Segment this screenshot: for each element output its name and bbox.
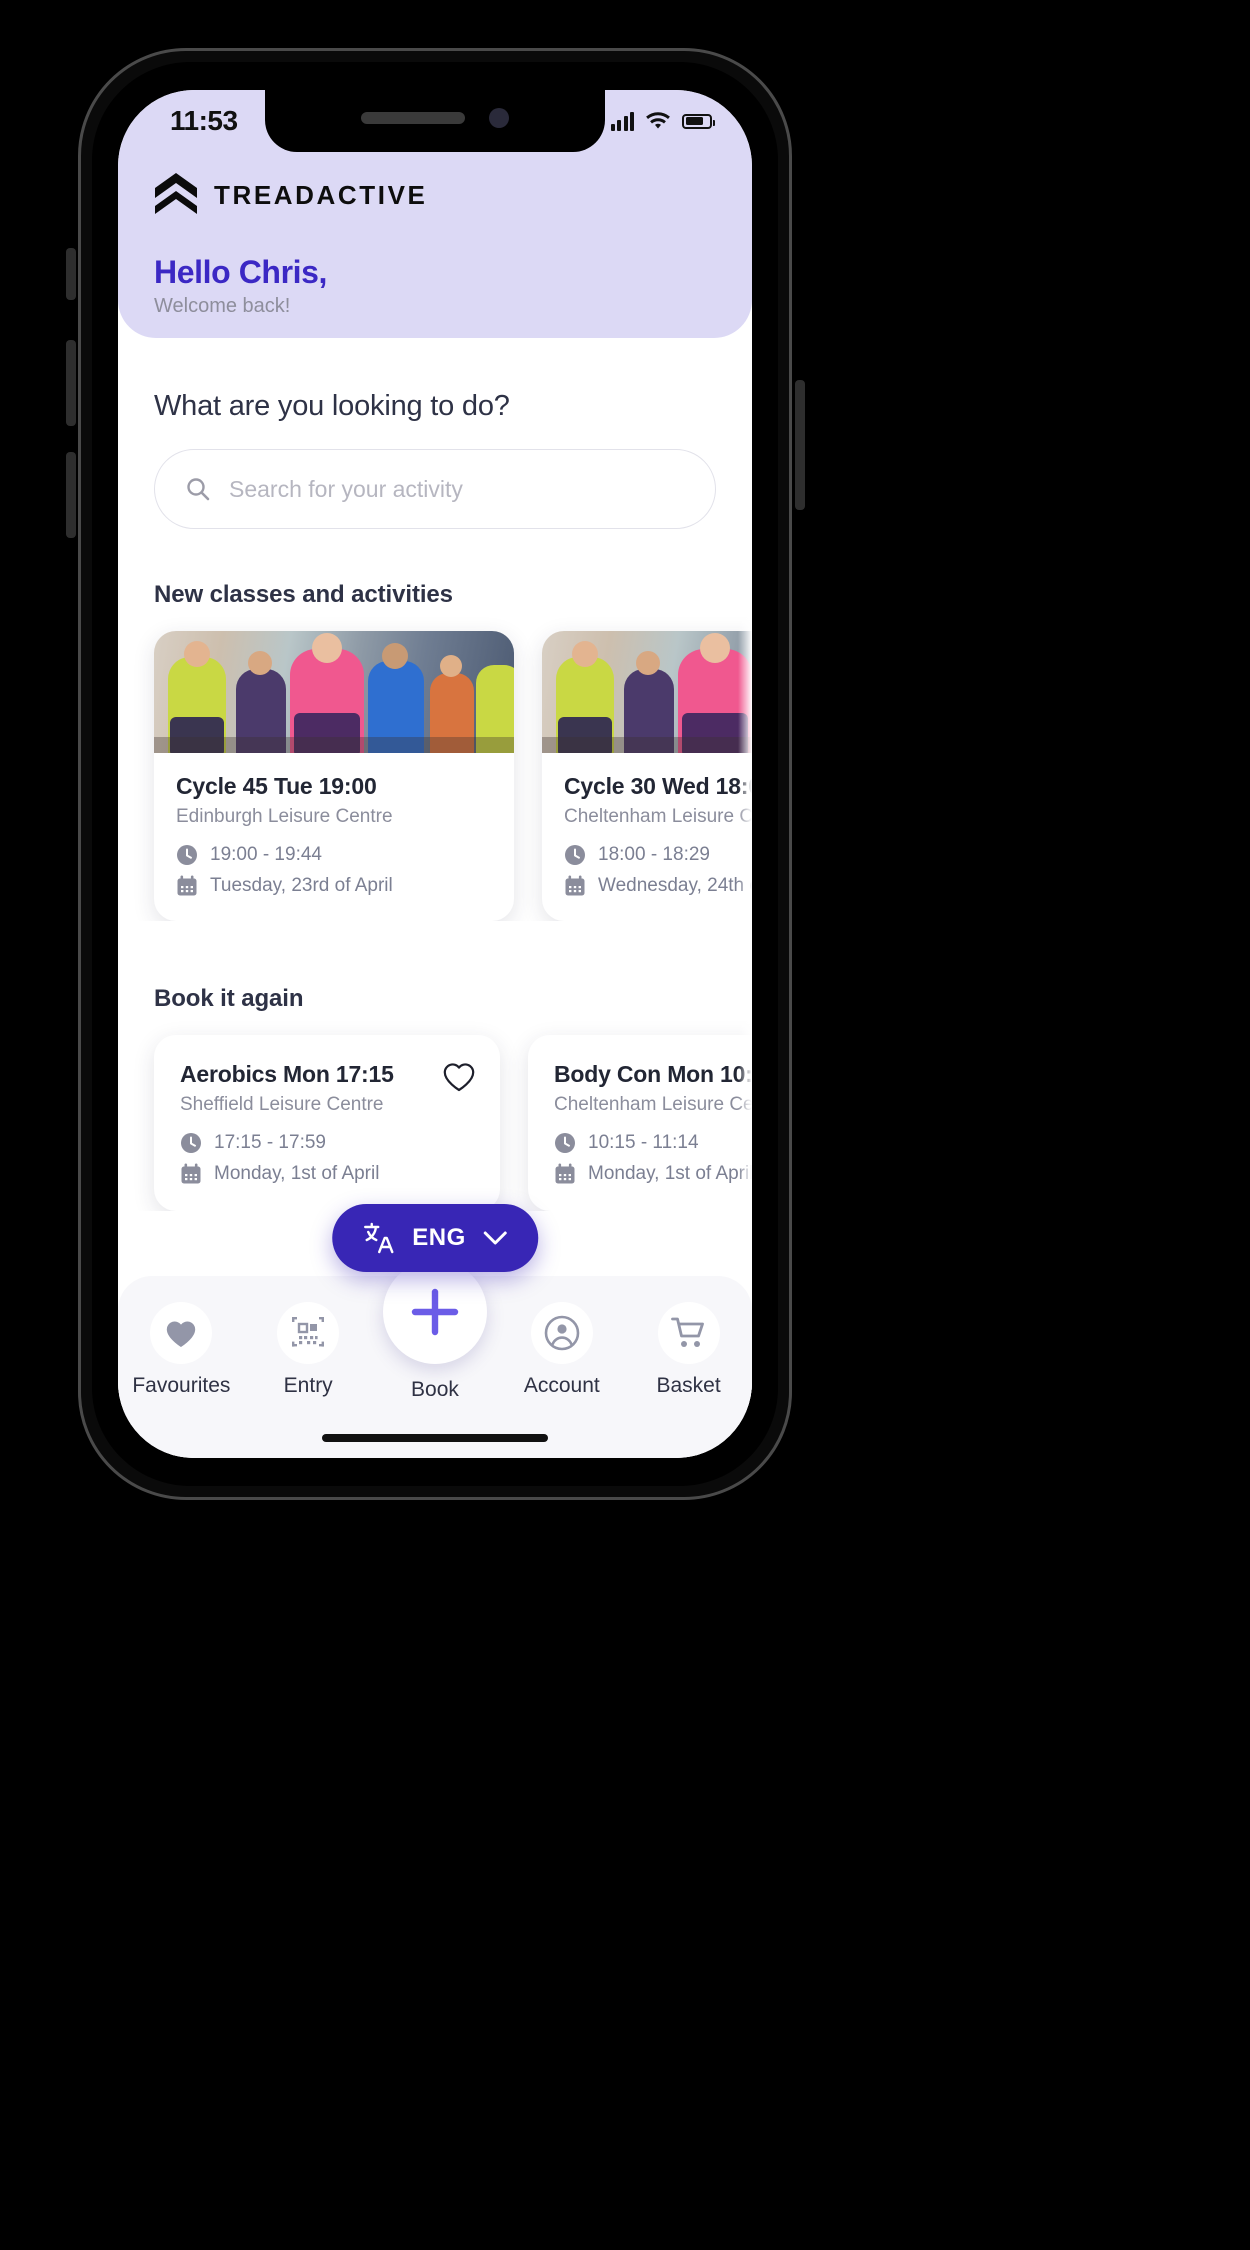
clock-icon — [565, 845, 585, 865]
class-photo — [542, 631, 752, 753]
search-input[interactable]: Search for your activity — [154, 449, 716, 529]
class-venue: Cheltenham Leisure Centre — [564, 806, 752, 827]
tab-book-icon-wrap — [382, 1260, 487, 1364]
person-circle-icon — [544, 1315, 580, 1351]
class-time-row: 19:00 - 19:44 — [176, 844, 492, 866]
search-placeholder: Search for your activity — [229, 475, 463, 502]
tab-entry-label: Entry — [283, 1374, 333, 1397]
brand-name: TREADACTIVE — [214, 179, 428, 210]
book-again-title-text: Body Con Mon 10:15 — [554, 1061, 752, 1087]
book-again-time-row: 10:15 - 11:14 — [554, 1132, 752, 1154]
tab-book-label: Book — [411, 1378, 459, 1401]
book-again-card[interactable]: Aerobics Mon 17:15 Sheffield Leisure Cen… — [154, 1035, 500, 1211]
book-again-card-head: Body Con Mon 10:15 Cheltenham Leisure Ce… — [554, 1061, 752, 1116]
class-card[interactable]: Cycle 45 Tue 19:00 Edinburgh Leisure Cen… — [154, 631, 514, 921]
signal-bars-icon — [610, 111, 634, 131]
book-again-date-row: Monday, 1st of April — [180, 1163, 476, 1185]
class-title: Cycle 30 Wed 18:00 — [564, 773, 752, 799]
battery-icon — [682, 113, 715, 129]
clock-icon — [555, 1133, 575, 1153]
class-photo — [154, 631, 514, 753]
search-section: Search for your activity — [118, 423, 752, 529]
book-again-card[interactable]: Body Con Mon 10:15 Cheltenham Leisure Ce… — [528, 1035, 752, 1211]
class-title: Cycle 45 Tue 19:00 — [176, 773, 377, 799]
class-date: Wednesday, 24th of April — [598, 875, 752, 896]
class-date-row: Tuesday, 23rd of April — [176, 875, 492, 897]
device-notch — [265, 90, 605, 152]
book-again-time-row: 17:15 - 17:59 — [180, 1132, 476, 1154]
plus-icon — [411, 1288, 459, 1336]
earpiece-speaker — [361, 112, 465, 124]
greeting-block: Hello Chris, Welcome back! — [118, 218, 752, 318]
chevron-down-icon — [483, 1231, 507, 1245]
tab-basket-icon-wrap — [657, 1302, 720, 1364]
class-date-row: Wednesday, 24th of April — [564, 875, 752, 897]
tab-basket[interactable]: Basket — [631, 1302, 747, 1398]
class-time-row: 18:00 - 18:29 — [564, 844, 752, 866]
treadactive-chevrons-logo — [155, 173, 197, 214]
bottom-tab-bar: Favourites Entry Book Account Basket — [118, 1260, 752, 1458]
silent-switch[interactable] — [66, 248, 76, 300]
tab-entry-icon-wrap — [277, 1302, 340, 1364]
volume-down-button[interactable] — [66, 452, 76, 538]
book-again-date-row: Monday, 1st of April — [554, 1163, 752, 1185]
greeting-subtitle: Welcome back! — [154, 295, 291, 317]
tab-entry[interactable]: Entry — [250, 1302, 366, 1398]
home-indicator[interactable] — [322, 1434, 548, 1442]
clock-icon — [181, 1133, 201, 1153]
class-time: 18:00 - 18:29 — [598, 844, 710, 865]
book-again-venue: Sheffield Leisure Centre — [180, 1094, 384, 1115]
status-indicators — [610, 111, 715, 131]
class-card-body: Cycle 30 Wed 18:00 Cheltenham Leisure Ce… — [542, 753, 752, 921]
language-selector-button[interactable]: ENG — [332, 1204, 538, 1272]
class-venue: Edinburgh Leisure Centre — [176, 806, 393, 827]
book-again-card-head: Aerobics Mon 17:15 Sheffield Leisure Cen… — [180, 1061, 476, 1116]
book-again-time: 10:15 - 11:14 — [588, 1132, 699, 1153]
clock-icon — [177, 845, 197, 865]
tab-basket-label: Basket — [656, 1374, 721, 1397]
book-again-carousel[interactable]: Aerobics Mon 17:15 Sheffield Leisure Cen… — [118, 1013, 752, 1211]
class-time: 19:00 - 19:44 — [210, 844, 322, 865]
class-card-body: Cycle 45 Tue 19:00 Edinburgh Leisure Cen… — [154, 753, 514, 921]
book-again-date: Monday, 1st of April — [214, 1163, 380, 1184]
front-camera — [489, 108, 509, 128]
calendar-icon — [565, 875, 585, 896]
search-heading: What are you looking to do? — [154, 390, 510, 422]
language-label: ENG — [412, 1224, 466, 1251]
book-again-date: Monday, 1st of April — [588, 1163, 752, 1184]
tab-account[interactable]: Account — [504, 1302, 620, 1398]
volume-up-button[interactable] — [66, 340, 76, 426]
new-classes-title: New classes and activities — [154, 581, 453, 608]
tab-account-label: Account — [523, 1374, 600, 1397]
tab-book[interactable]: Book — [377, 1260, 493, 1402]
translate-icon — [364, 1222, 394, 1254]
tab-favourites-label: Favourites — [132, 1374, 231, 1397]
new-classes-carousel[interactable]: Cycle 45 Tue 19:00 Edinburgh Leisure Cen… — [118, 609, 752, 921]
power-button[interactable] — [795, 380, 805, 510]
tab-account-icon-wrap — [530, 1302, 593, 1364]
calendar-icon — [177, 875, 197, 896]
status-time: 11:53 — [170, 105, 238, 136]
qr-code-icon — [292, 1317, 325, 1347]
shopping-cart-icon — [670, 1317, 704, 1347]
greeting-title: Hello Chris, — [154, 254, 328, 290]
book-again-title-text: Aerobics Mon 17:15 — [180, 1061, 394, 1087]
tab-favourites-icon-wrap — [150, 1302, 213, 1364]
calendar-icon — [555, 1163, 575, 1184]
app-screen: 11:53 TREADACTIVE Hello Chris, Welcome b… — [118, 90, 752, 1458]
brand-lockup: TREADACTIVE — [118, 152, 752, 218]
book-again-venue: Cheltenham Leisure Centre — [554, 1094, 752, 1115]
wifi-icon — [646, 111, 670, 128]
calendar-icon — [181, 1163, 201, 1184]
search-icon — [187, 478, 210, 501]
heart-filled-icon — [167, 1320, 196, 1347]
book-again-time: 17:15 - 17:59 — [214, 1132, 326, 1153]
class-date: Tuesday, 23rd of April — [210, 875, 393, 896]
tab-favourites[interactable]: Favourites — [123, 1302, 239, 1398]
book-again-title: Book it again — [154, 985, 304, 1012]
heart-outline-icon[interactable] — [442, 1061, 476, 1093]
class-card[interactable]: Cycle 30 Wed 18:00 Cheltenham Leisure Ce… — [542, 631, 752, 921]
